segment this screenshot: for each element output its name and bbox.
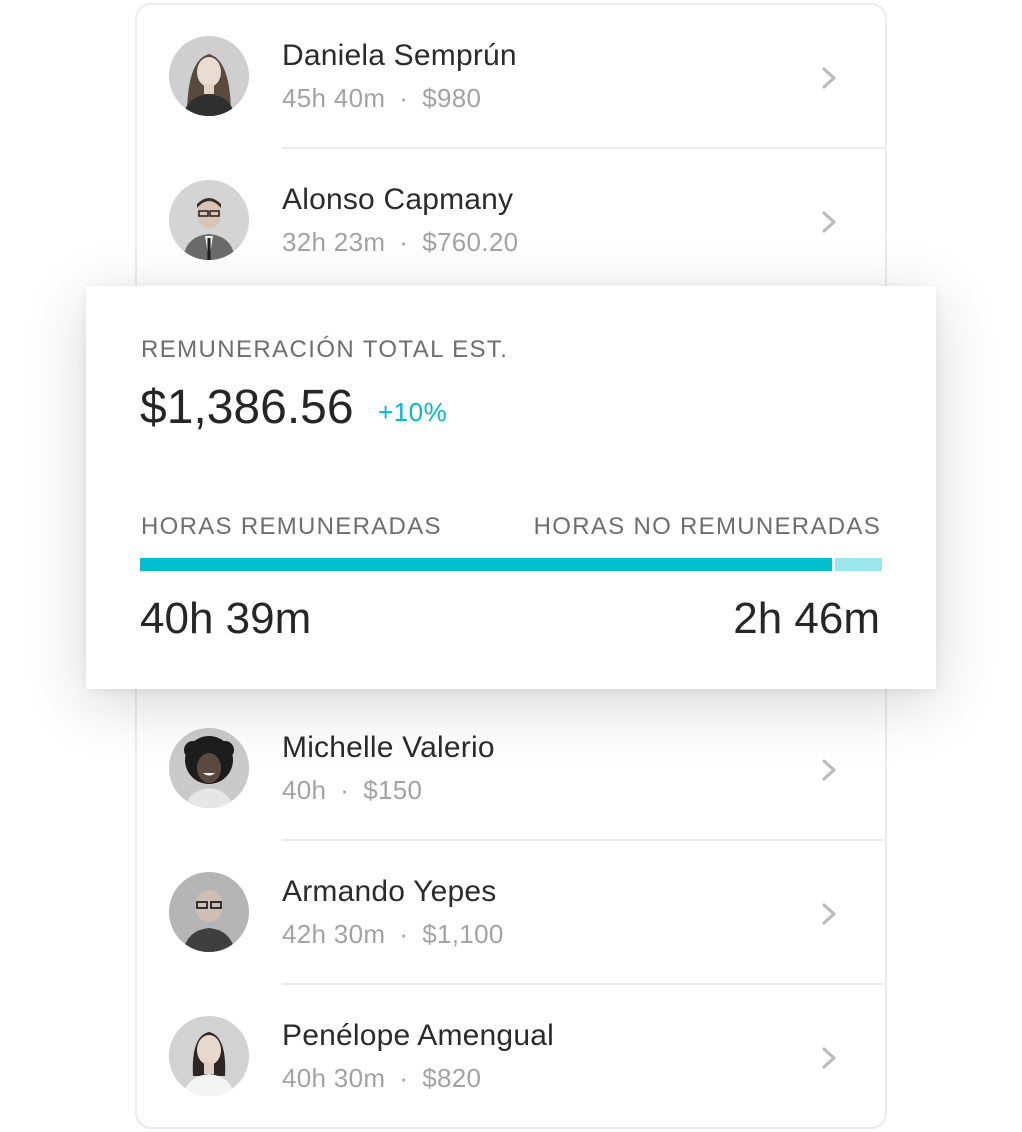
paid-hours-value: 40h 39m — [140, 594, 312, 643]
employee-hours: 40h — [282, 775, 327, 805]
page: Daniela Semprún 45h 40m · $980 Alonso Ca… — [0, 0, 1022, 1132]
employee-pay: $1,100 — [422, 919, 504, 949]
paid-hours-bar — [140, 558, 832, 571]
avatar — [169, 728, 249, 808]
employee-pay: $820 — [422, 1063, 482, 1093]
meta-separator: · — [399, 1063, 409, 1093]
employee-meta: 40h 30m · $820 — [282, 1063, 481, 1094]
avatar — [169, 180, 249, 260]
paid-hours-label: HORAS REMUNERADAS — [141, 513, 442, 540]
employee-name: Armando Yepes — [282, 875, 497, 908]
meta-separator: · — [399, 919, 409, 949]
unpaid-hours-bar — [835, 558, 882, 571]
employee-pay: $150 — [363, 775, 423, 805]
summary-change-badge: +10% — [378, 397, 448, 427]
employee-hours: 40h 30m — [282, 1063, 386, 1093]
chevron-right-icon — [822, 67, 836, 89]
hours-progress-bar — [140, 558, 882, 571]
employee-meta: 45h 40m · $980 — [282, 83, 481, 114]
employee-pay: $760.20 — [422, 227, 519, 257]
employee-hours: 45h 40m — [282, 83, 386, 113]
avatar — [169, 36, 249, 116]
avatar-photo-icon — [169, 728, 249, 808]
unpaid-hours-label: HORAS NO REMUNERADAS — [533, 513, 881, 540]
employee-row-daniela-semprun[interactable]: Daniela Semprún 45h 40m · $980 — [137, 5, 885, 149]
employee-hours: 32h 23m — [282, 227, 386, 257]
summary-total-amount: $1,386.56 — [140, 381, 354, 434]
employee-meta: 40h · $150 — [282, 775, 422, 806]
summary-title: REMUNERACIÓN TOTAL EST. — [141, 336, 509, 363]
employee-meta: 32h 23m · $760.20 — [282, 227, 518, 258]
employee-hours: 42h 30m — [282, 919, 386, 949]
payroll-summary-card: REMUNERACIÓN TOTAL EST. $1,386.56 +10% H… — [86, 286, 936, 689]
employee-name: Michelle Valerio — [282, 731, 495, 764]
avatar-photo-icon — [169, 872, 249, 952]
meta-separator: · — [340, 775, 350, 805]
avatar — [169, 872, 249, 952]
employee-name: Penélope Amengual — [282, 1019, 554, 1052]
avatar-photo-icon — [169, 36, 249, 116]
employee-meta: 42h 30m · $1,100 — [282, 919, 504, 950]
unpaid-hours-value: 2h 46m — [733, 594, 880, 643]
chevron-right-icon — [822, 1047, 836, 1069]
avatar-photo-icon — [169, 180, 249, 260]
avatar-photo-icon — [169, 1016, 249, 1096]
employee-row-penelope-amengual[interactable]: Penélope Amengual 40h 30m · $820 — [137, 985, 885, 1127]
chevron-right-icon — [822, 903, 836, 925]
meta-separator: · — [399, 83, 409, 113]
avatar — [169, 1016, 249, 1096]
employee-pay: $980 — [422, 83, 482, 113]
employee-name: Daniela Semprún — [282, 39, 517, 72]
employee-row-michelle-valerio[interactable]: Michelle Valerio 40h · $150 — [137, 697, 885, 841]
employee-name: Alonso Capmany — [282, 183, 514, 216]
chevron-right-icon — [822, 211, 836, 233]
chevron-right-icon — [822, 759, 836, 781]
employee-row-alonso-capmany[interactable]: Alonso Capmany 32h 23m · $760.20 — [137, 149, 885, 293]
meta-separator: · — [399, 227, 409, 257]
employee-row-armando-yepes[interactable]: Armando Yepes 42h 30m · $1,100 — [137, 841, 885, 985]
